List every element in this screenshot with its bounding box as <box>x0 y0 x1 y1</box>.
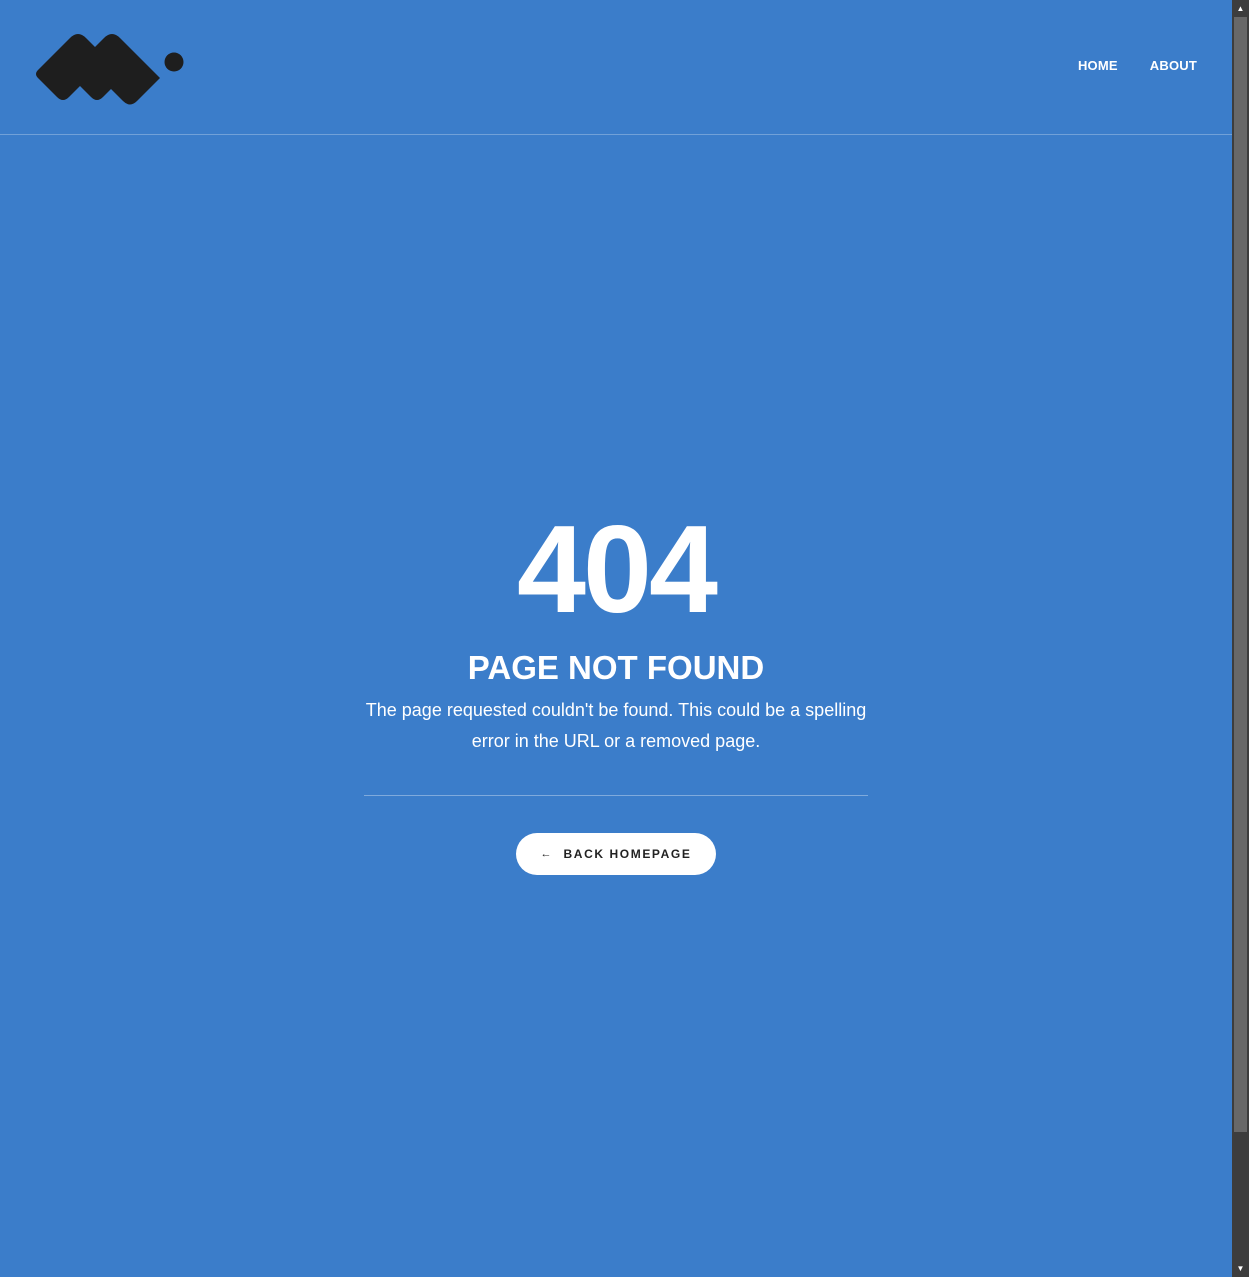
nav-home-link[interactable]: HOME <box>1078 58 1118 73</box>
back-homepage-label: BACK HOMEPAGE <box>563 847 692 861</box>
mountain-wave-logo-icon <box>36 34 184 105</box>
divider <box>364 795 868 796</box>
scrollbar-thumb[interactable] <box>1234 17 1247 1132</box>
site-header: HOME ABOUT <box>0 0 1232 135</box>
page: HOME ABOUT 404 PAGE NOT FOUND The page r… <box>0 0 1232 1277</box>
main-nav: HOME ABOUT <box>1078 58 1197 73</box>
error-code: 404 <box>517 501 718 639</box>
error-description: The page requested couldn't be found. Th… <box>365 700 867 751</box>
nav-about-link[interactable]: ABOUT <box>1150 58 1197 73</box>
vertical-scrollbar[interactable]: ▲ ▼ <box>1232 0 1249 1277</box>
scroll-down-arrow-icon[interactable]: ▼ <box>1232 1260 1249 1277</box>
site-logo[interactable] <box>33 26 185 108</box>
error-title: PAGE NOT FOUND <box>467 649 765 686</box>
scroll-up-arrow-icon[interactable]: ▲ <box>1232 0 1249 17</box>
arrow-left-icon: ← <box>540 847 552 860</box>
back-homepage-button[interactable]: ← BACK HOMEPAGE <box>516 833 716 875</box>
